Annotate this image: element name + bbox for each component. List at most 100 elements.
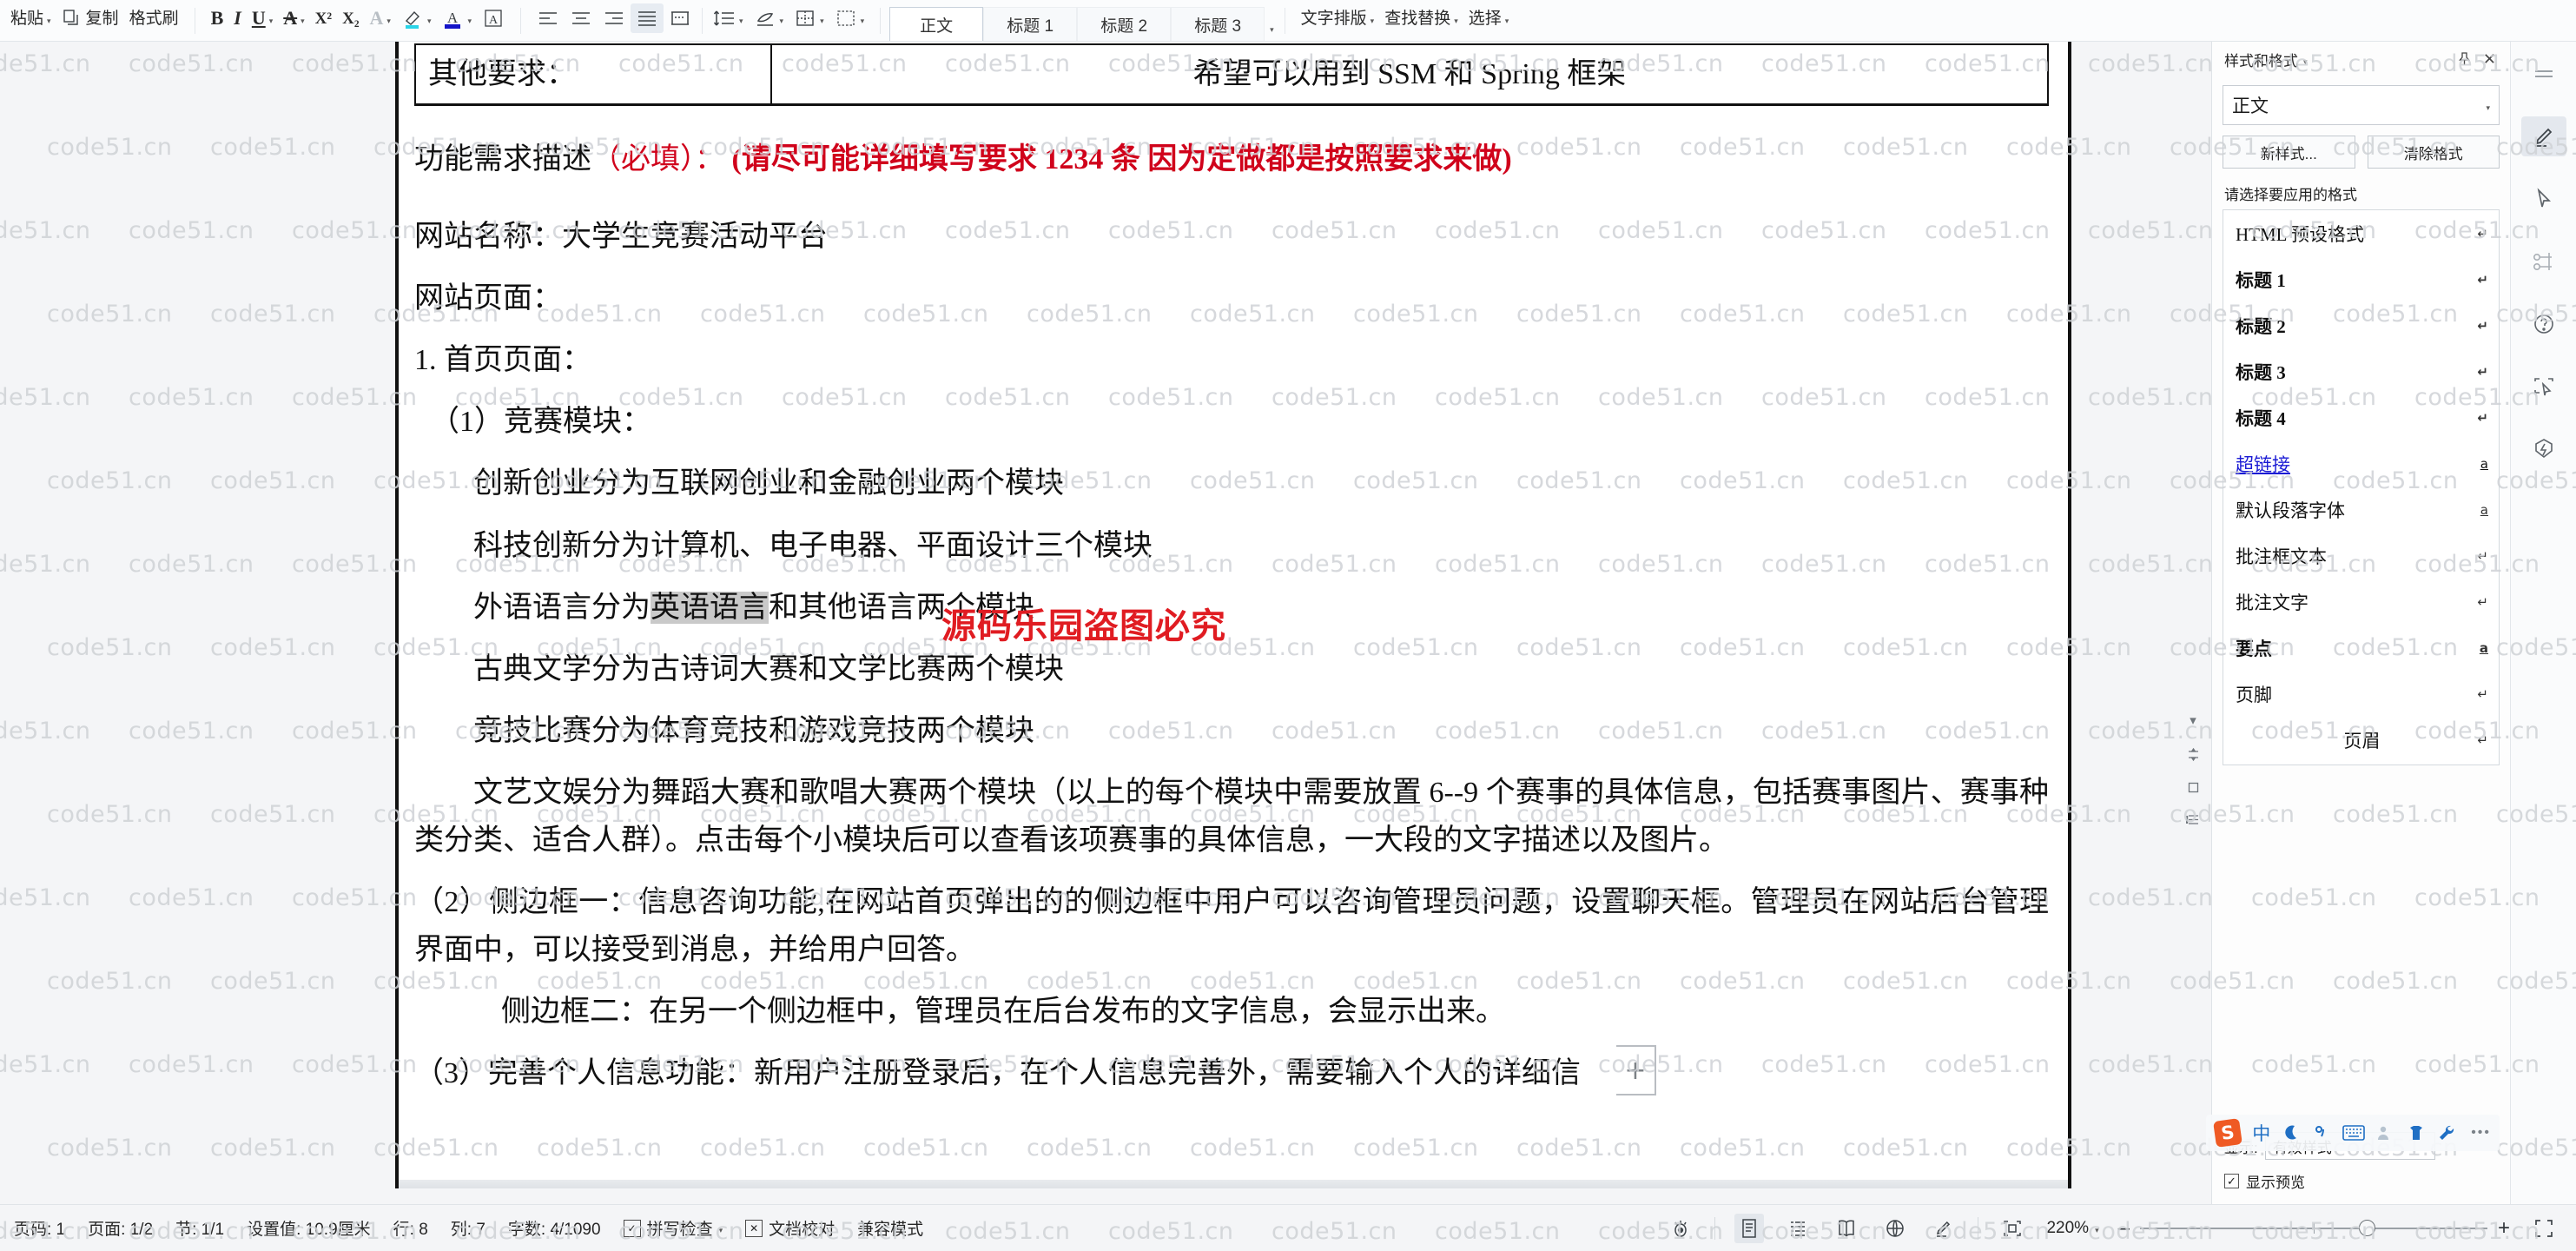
functional-requirements-heading[interactable]: 功能需求描述（必填）： (请尽可能详细填写要求 1234 条 因为定做都是按照要… bbox=[414, 136, 2049, 183]
wrench-icon[interactable] bbox=[2437, 1123, 2456, 1142]
document-page[interactable]: 其他要求： 希望可以用到 SSM 和 Spring 框架 功能需求描述（必填）：… bbox=[395, 42, 2071, 1188]
style-list-item[interactable]: 标题 3 ↵ bbox=[2223, 348, 2499, 394]
format-painter-button[interactable]: 格式刷 bbox=[124, 3, 184, 33]
status-word-count[interactable]: 字数: 4/1090 bbox=[508, 1216, 601, 1240]
style-chip-heading1[interactable]: 标题 1 bbox=[983, 7, 1078, 41]
chevron-down-icon[interactable]: ▾ bbox=[861, 17, 865, 25]
chevron-down-icon[interactable]: ▾ bbox=[1505, 17, 1509, 25]
chevron-down-icon[interactable]: ▾ bbox=[467, 17, 472, 25]
show-preview-checkbox-row[interactable]: ✓ 显示预览 bbox=[2224, 1170, 2510, 1192]
style-chip-heading3[interactable]: 标题 3 bbox=[1171, 7, 1265, 41]
doc-line[interactable]: 竞技比赛分为体育竞技和游戏竞技两个模块 bbox=[414, 707, 2049, 755]
style-list-item[interactable]: 标题 2 ↵ bbox=[2223, 302, 2499, 348]
italic-button[interactable]: I bbox=[228, 3, 247, 33]
chevron-down-icon[interactable]: ▾ bbox=[2190, 712, 2196, 728]
chevron-down-icon[interactable]: ▾ bbox=[739, 17, 743, 25]
align-right-button[interactable] bbox=[598, 3, 631, 33]
style-list-item[interactable]: 超链接 a bbox=[2223, 440, 2499, 486]
bold-button[interactable]: B bbox=[206, 3, 229, 33]
zoom-slider-track[interactable] bbox=[2139, 1219, 2487, 1236]
status-row[interactable]: 行: 8 bbox=[393, 1216, 428, 1240]
shading-button[interactable]: ▾ bbox=[749, 3, 789, 33]
find-replace-button[interactable]: 查找替换 ▾ bbox=[1379, 3, 1463, 33]
zoom-in-button[interactable]: + bbox=[2498, 1216, 2510, 1241]
document-canvas[interactable]: 其他要求： 希望可以用到 SSM 和 Spring 框架 功能需求描述（必填）：… bbox=[395, 42, 2211, 1204]
page-ratio-icon[interactable] bbox=[2185, 813, 2201, 826]
ink-view-icon[interactable] bbox=[1929, 1214, 1958, 1243]
doc-paragraph-3[interactable]: 侧边框二：在另一个侧边框中，管理员在后台发布的文字信息，会显示出来。 bbox=[414, 988, 2049, 1036]
highlighter-pen-icon[interactable] bbox=[2520, 116, 2566, 156]
style-list-item[interactable]: 批注框文本 ↵ bbox=[2223, 533, 2499, 579]
ai-spark-icon[interactable] bbox=[2521, 429, 2566, 469]
ime-mode-chinese-icon[interactable]: 中 bbox=[2252, 1120, 2270, 1146]
doc-line-with-selection[interactable]: 外语语言分为英语语言和其他语言两个模块 bbox=[414, 584, 2049, 632]
help-circle-icon[interactable] bbox=[2521, 304, 2566, 344]
sogou-logo-icon[interactable]: S bbox=[2213, 1118, 2243, 1148]
style-list-item[interactable]: 默认段落字体 a bbox=[2223, 486, 2499, 533]
chevron-down-icon[interactable]: ▾ bbox=[820, 17, 824, 25]
status-page-number[interactable]: 页码: 1 bbox=[14, 1216, 65, 1240]
style-list-item[interactable]: 要点 a bbox=[2223, 625, 2499, 671]
doc-line[interactable]: 古典文学分为古诗词大赛和文学比赛两个模块 bbox=[414, 645, 2049, 693]
line-spacing-button[interactable]: ▾ bbox=[708, 3, 749, 33]
page-view-icon[interactable] bbox=[1734, 1213, 1765, 1243]
status-page-count[interactable]: 页面: 1/2 bbox=[88, 1216, 153, 1240]
style-list-item[interactable]: 页眉 ↵ bbox=[2223, 717, 2499, 763]
chevron-down-icon[interactable]: ▾ bbox=[1371, 17, 1375, 25]
text-typesetting-button[interactable]: 文字排版 ▾ bbox=[1296, 3, 1380, 33]
style-list-item[interactable]: 标题 4 ↵ bbox=[2223, 394, 2499, 440]
distribute-button[interactable] bbox=[664, 3, 697, 33]
zoom-slider-knob[interactable] bbox=[2358, 1219, 2375, 1236]
node-connector-icon[interactable] bbox=[2521, 242, 2566, 281]
zoom-out-button[interactable]: – bbox=[2118, 1216, 2130, 1241]
status-position-value[interactable]: 设置值: 10.9厘米 bbox=[247, 1216, 371, 1240]
style-list-item-selected[interactable]: 正文↵ bbox=[2223, 764, 2499, 765]
character-border-button[interactable]: A bbox=[477, 3, 510, 33]
chevron-down-icon[interactable]: ▾ bbox=[2486, 103, 2490, 113]
style-list-item[interactable]: 标题 1 ↵ bbox=[2223, 256, 2499, 302]
align-left-button[interactable] bbox=[532, 3, 565, 33]
chevron-down-icon[interactable]: ▾ bbox=[427, 17, 432, 25]
chevron-down-icon[interactable]: ▾ bbox=[2095, 1226, 2099, 1235]
doc-line[interactable]: （1）竞赛模块： bbox=[414, 398, 2049, 446]
zoom-slider[interactable]: – + bbox=[2118, 1216, 2510, 1241]
degree-icon[interactable] bbox=[2312, 1123, 2331, 1142]
style-chip-heading2[interactable]: 标题 2 bbox=[1077, 7, 1172, 41]
fit-page-icon[interactable] bbox=[1998, 1214, 2027, 1243]
style-chip-normal[interactable]: 正文 bbox=[889, 7, 984, 41]
styles-list[interactable]: HTML 预设格式 ↵ 标题 1 ↵ 标题 2 ↵ 标题 3 ↵ 标题 4 ↵ 超链接 a … bbox=[2223, 209, 2500, 765]
reading-view-icon[interactable] bbox=[1832, 1214, 1861, 1243]
chevron-down-icon[interactable]: ▾ bbox=[269, 17, 274, 25]
menu-lines-icon[interactable] bbox=[2521, 54, 2566, 94]
cursor-arrow-icon[interactable] bbox=[2521, 179, 2566, 219]
chevron-down-icon[interactable]: ▾ bbox=[47, 17, 51, 25]
page-layout-icon[interactable] bbox=[2186, 747, 2201, 762]
doc-line[interactable]: 网站名称：大学生竞赛活动平台 bbox=[414, 213, 2049, 261]
text-selection[interactable]: 英语语言 bbox=[651, 591, 769, 624]
style-list-item[interactable]: 批注文字 ↵ bbox=[2223, 579, 2499, 625]
status-proofread[interactable]: ✕ 文档校对 bbox=[745, 1216, 835, 1240]
style-gallery-more-button[interactable]: ▾ bbox=[1265, 12, 1279, 41]
paste-button[interactable]: 粘贴 ▾ bbox=[5, 3, 56, 33]
doc-line[interactable]: 网站页面： bbox=[414, 275, 2049, 322]
moon-icon[interactable] bbox=[2282, 1123, 2301, 1142]
borders-table-button[interactable]: ▾ bbox=[829, 3, 870, 33]
doc-paragraph-wrap[interactable]: 文艺文娱分为舞蹈大赛和歌唱大赛两个模块（以上的每个模块中需要放置 6--9 个赛… bbox=[414, 769, 2049, 864]
table-cell-value[interactable]: 希望可以用到 SSM 和 Spring 框架 bbox=[770, 43, 2049, 106]
doc-line[interactable]: 创新创业分为互联网创业和金融创业两个模块 bbox=[414, 460, 2049, 507]
doc-line[interactable]: 科技创新分为计算机、电子电器、平面设计三个模块 bbox=[414, 522, 2049, 570]
status-section[interactable]: 节: 1/1 bbox=[175, 1216, 224, 1240]
underline-button[interactable]: U ▾ bbox=[247, 3, 278, 33]
chevron-down-icon[interactable]: ▾ bbox=[2303, 57, 2308, 67]
copy-button[interactable]: 复制 bbox=[56, 3, 124, 33]
chevron-down-icon[interactable]: ▾ bbox=[719, 1226, 723, 1235]
focus-eye-icon[interactable] bbox=[1666, 1214, 1695, 1243]
ime-more-icon[interactable]: ••• bbox=[2471, 1125, 2491, 1141]
doc-paragraph-4[interactable]: （3）完善个人信息功能：新用户注册登录后，在个人信息完善外，需要输入个人的详细信 bbox=[414, 1049, 2049, 1097]
current-style-combobox[interactable]: 正文 ▾ bbox=[2223, 85, 2500, 125]
keyboard-icon[interactable] bbox=[2342, 1124, 2365, 1142]
strikethrough-button[interactable]: A ▾ bbox=[278, 3, 309, 33]
show-preview-checkbox[interactable]: ✓ bbox=[2224, 1174, 2239, 1188]
borders-button[interactable]: ▾ bbox=[789, 3, 829, 33]
pin-icon[interactable] bbox=[2451, 50, 2478, 70]
